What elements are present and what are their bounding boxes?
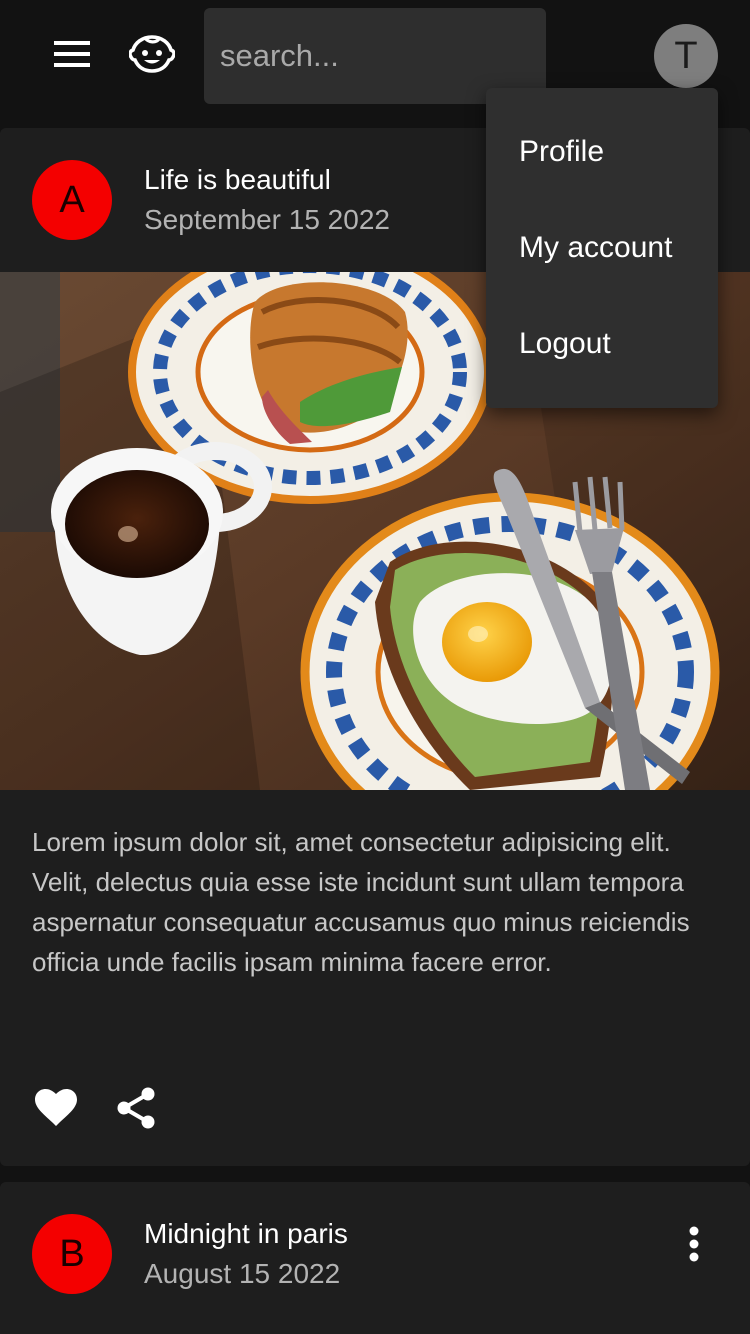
post-avatar-initial: A xyxy=(59,178,85,221)
share-icon xyxy=(116,1087,156,1134)
post-avatar-initial: B xyxy=(59,1232,85,1275)
more-vertical-icon xyxy=(688,1226,700,1267)
menu-item-profile[interactable]: Profile xyxy=(486,104,718,200)
post-title: Midnight in paris xyxy=(144,1218,348,1249)
post-actions xyxy=(0,1078,750,1142)
user-avatar-initial: T xyxy=(674,34,698,77)
child-face-icon xyxy=(128,34,176,79)
user-avatar-button[interactable]: T xyxy=(654,24,718,88)
more-options-button[interactable] xyxy=(670,1222,718,1270)
post-date: August 15 2022 xyxy=(144,1258,341,1289)
post-card: B Midnight in paris August 15 2022 xyxy=(0,1182,750,1334)
post-title: Life is beautiful xyxy=(144,164,331,195)
post-avatar: A xyxy=(32,160,112,240)
face-button[interactable] xyxy=(124,32,180,80)
user-menu: Profile My account Logout xyxy=(486,88,718,408)
like-button[interactable] xyxy=(32,1086,80,1134)
menu-item-logout[interactable]: Logout xyxy=(486,296,718,392)
share-button[interactable] xyxy=(112,1086,160,1134)
post-date: September 15 2022 xyxy=(144,204,390,235)
menu-button[interactable] xyxy=(44,32,100,80)
heart-icon xyxy=(35,1088,77,1132)
menu-item-my-account[interactable]: My account xyxy=(486,200,718,296)
post-header: B Midnight in paris August 15 2022 xyxy=(0,1182,750,1326)
post-avatar: B xyxy=(32,1214,112,1294)
post-body-text: Lorem ipsum dolor sit, amet consectetur … xyxy=(32,827,690,977)
hamburger-menu-icon xyxy=(54,40,90,72)
